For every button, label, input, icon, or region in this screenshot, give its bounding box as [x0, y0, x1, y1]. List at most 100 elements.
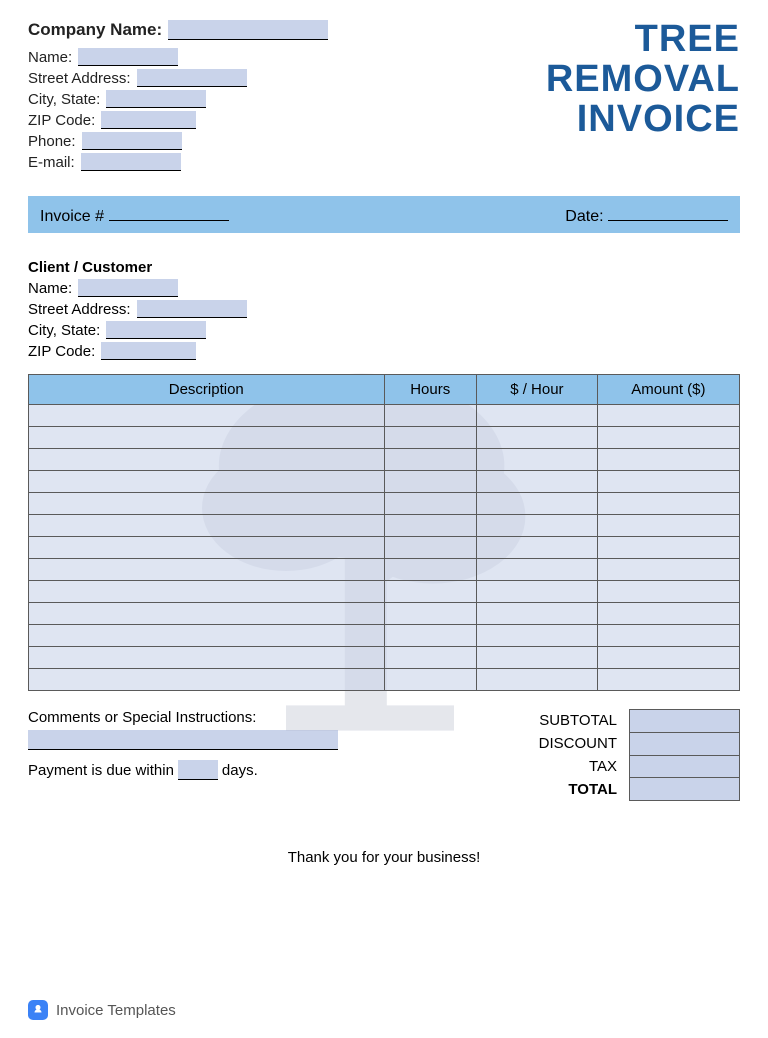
- table-cell[interactable]: [384, 669, 476, 691]
- table-cell[interactable]: [384, 427, 476, 449]
- company-field-label: City, State:: [28, 91, 100, 108]
- company-field-input[interactable]: [82, 132, 182, 150]
- table-cell[interactable]: [29, 625, 385, 647]
- table-row: [29, 625, 740, 647]
- table-cell[interactable]: [384, 647, 476, 669]
- table-cell[interactable]: [476, 449, 597, 471]
- client-field-label: City, State:: [28, 322, 100, 339]
- table-cell[interactable]: [597, 647, 739, 669]
- footer-logo-icon: [28, 1000, 48, 1020]
- client-field-label: ZIP Code:: [28, 343, 95, 360]
- totals-value-cell[interactable]: [630, 755, 740, 778]
- totals-value-cell[interactable]: [630, 732, 740, 755]
- table-cell[interactable]: [597, 493, 739, 515]
- table-cell[interactable]: [384, 559, 476, 581]
- client-heading: Client / Customer: [28, 259, 740, 276]
- table-cell[interactable]: [597, 405, 739, 427]
- totals-value-cell[interactable]: [630, 778, 740, 801]
- company-field-input[interactable]: [78, 48, 178, 66]
- payment-terms-suffix: days.: [222, 762, 258, 779]
- table-cell[interactable]: [384, 515, 476, 537]
- table-cell[interactable]: [29, 515, 385, 537]
- table-cell[interactable]: [384, 625, 476, 647]
- client-field-input[interactable]: [78, 279, 178, 297]
- client-field-label: Street Address:: [28, 301, 131, 318]
- table-cell[interactable]: [384, 405, 476, 427]
- table-cell[interactable]: [384, 581, 476, 603]
- table-cell[interactable]: [29, 449, 385, 471]
- table-cell[interactable]: [29, 647, 385, 669]
- table-cell[interactable]: [597, 559, 739, 581]
- table-cell[interactable]: [29, 405, 385, 427]
- invoice-title: TREE REMOVAL INVOICE: [546, 20, 740, 140]
- table-cell[interactable]: [597, 427, 739, 449]
- table-row: [29, 471, 740, 493]
- invoice-number-label: Invoice #: [40, 208, 104, 225]
- table-cell[interactable]: [476, 471, 597, 493]
- table-row: [29, 515, 740, 537]
- table-header-cell: Description: [29, 375, 385, 405]
- table-row: [29, 669, 740, 691]
- table-cell[interactable]: [476, 647, 597, 669]
- table-row: [29, 559, 740, 581]
- table-cell[interactable]: [384, 603, 476, 625]
- table-cell[interactable]: [597, 669, 739, 691]
- table-cell[interactable]: [29, 581, 385, 603]
- table-cell[interactable]: [29, 669, 385, 691]
- company-field-input[interactable]: [81, 153, 181, 171]
- client-field-input[interactable]: [101, 342, 196, 360]
- line-items-table: DescriptionHours$ / HourAmount ($): [28, 374, 740, 691]
- table-cell[interactable]: [29, 559, 385, 581]
- invoice-date-input[interactable]: [608, 203, 728, 221]
- table-header-cell: Amount ($): [597, 375, 739, 405]
- client-info-block: Client / Customer Name:Street Address:Ci…: [28, 259, 740, 360]
- table-cell[interactable]: [597, 471, 739, 493]
- table-cell[interactable]: [476, 515, 597, 537]
- table-cell[interactable]: [597, 581, 739, 603]
- table-row: [29, 449, 740, 471]
- invoice-number-input[interactable]: [109, 203, 229, 221]
- table-cell[interactable]: [384, 537, 476, 559]
- company-field-label: Phone:: [28, 133, 76, 150]
- table-cell[interactable]: [597, 515, 739, 537]
- totals-value-cell[interactable]: [630, 710, 740, 733]
- table-cell[interactable]: [476, 581, 597, 603]
- comments-input[interactable]: [28, 730, 338, 750]
- invoice-date-label: Date:: [565, 208, 603, 225]
- table-header-cell: Hours: [384, 375, 476, 405]
- table-cell[interactable]: [29, 427, 385, 449]
- thank-you-text: Thank you for your business!: [28, 849, 740, 866]
- table-cell[interactable]: [476, 405, 597, 427]
- table-cell[interactable]: [476, 559, 597, 581]
- table-cell[interactable]: [476, 537, 597, 559]
- table-cell[interactable]: [597, 449, 739, 471]
- table-cell[interactable]: [29, 471, 385, 493]
- company-field-input[interactable]: [137, 69, 247, 87]
- table-row: [29, 537, 740, 559]
- client-field-input[interactable]: [137, 300, 247, 318]
- totals-label: DISCOUNT: [539, 732, 621, 755]
- company-field-input[interactable]: [101, 111, 196, 129]
- company-field-label: ZIP Code:: [28, 112, 95, 129]
- table-cell[interactable]: [384, 449, 476, 471]
- payment-days-input[interactable]: [178, 760, 218, 780]
- table-cell[interactable]: [597, 625, 739, 647]
- table-cell[interactable]: [29, 603, 385, 625]
- client-field-input[interactable]: [106, 321, 206, 339]
- payment-terms-prefix: Payment is due within: [28, 762, 174, 779]
- table-cell[interactable]: [476, 493, 597, 515]
- company-field-input[interactable]: [106, 90, 206, 108]
- table-cell[interactable]: [476, 427, 597, 449]
- table-row: [29, 427, 740, 449]
- table-cell[interactable]: [476, 603, 597, 625]
- table-cell[interactable]: [597, 603, 739, 625]
- table-cell[interactable]: [597, 537, 739, 559]
- table-cell[interactable]: [29, 493, 385, 515]
- table-cell[interactable]: [476, 625, 597, 647]
- totals-block: SUBTOTALDISCOUNTTAXTOTAL: [539, 709, 740, 801]
- table-cell[interactable]: [29, 537, 385, 559]
- table-cell[interactable]: [384, 471, 476, 493]
- company-name-input[interactable]: [168, 20, 328, 40]
- table-cell[interactable]: [476, 669, 597, 691]
- table-cell[interactable]: [384, 493, 476, 515]
